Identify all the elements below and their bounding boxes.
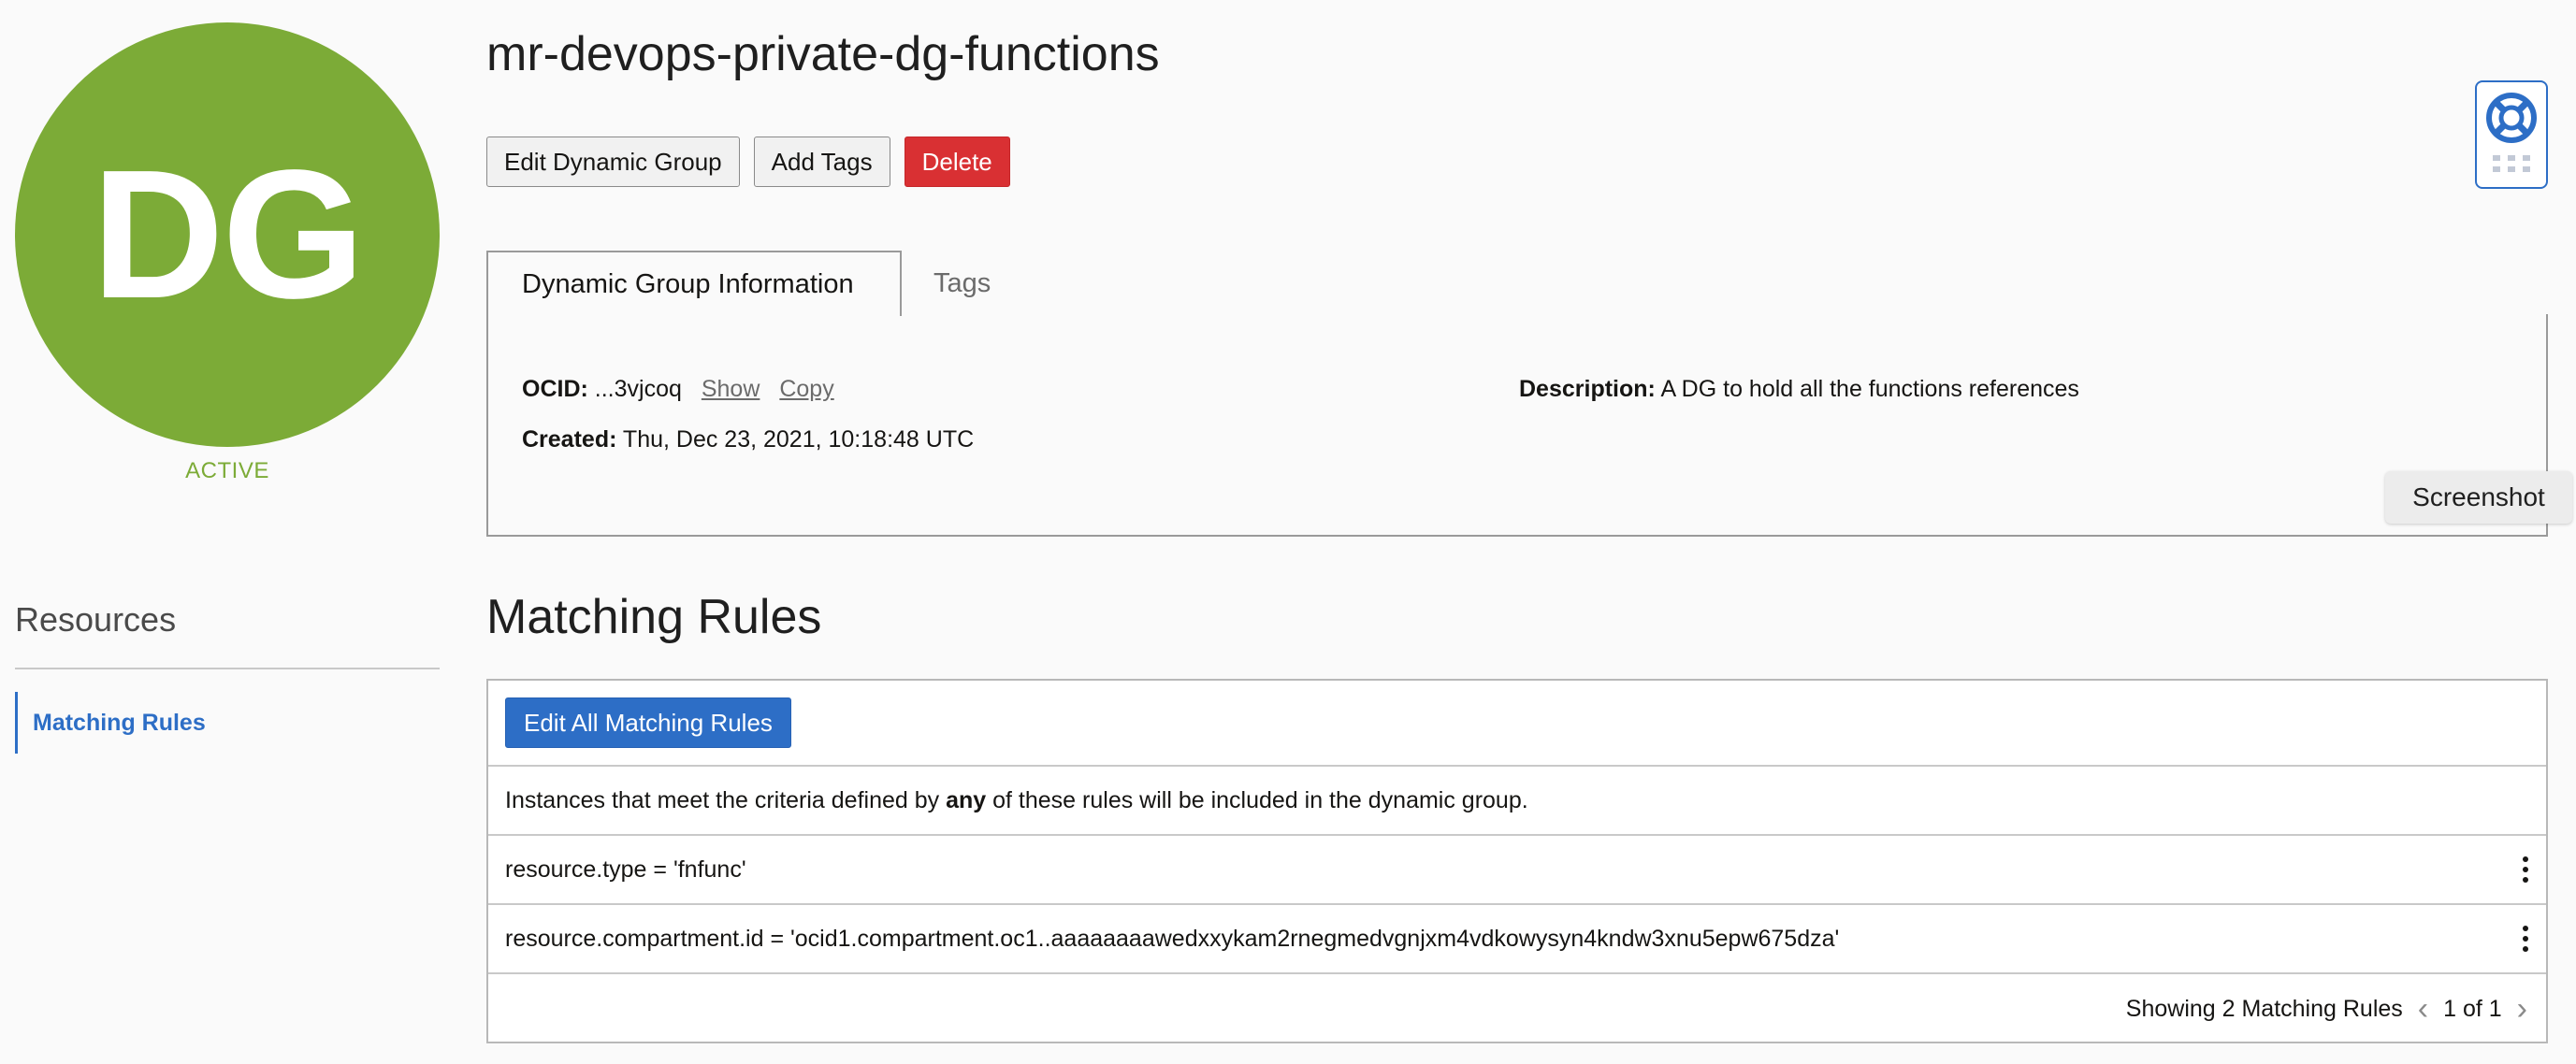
created-row: Created: Thu, Dec 23, 2021, 10:18:48 UTC [522,426,974,453]
page: DG ACTIVE Resources Matching Rules mr-de… [0,0,2576,1064]
matching-rules-title: Matching Rules [486,590,822,644]
dots-grid-icon [2493,155,2530,172]
avatar-initials: DG [92,132,365,337]
avatar: DG [15,22,440,447]
kebab-menu-icon[interactable] [2514,920,2537,957]
chevron-left-icon[interactable]: ‹ [2418,993,2428,1025]
add-tags-button[interactable]: Add Tags [753,137,890,187]
rule-text: resource.type = 'fnfunc' [505,856,746,883]
sidebar-item-matching-rules[interactable]: Matching Rules [15,692,206,754]
ocid-row: OCID: ...3vjcoq Show Copy [522,376,834,403]
help-widget[interactable] [2475,80,2548,189]
chevron-right-icon[interactable]: › [2517,993,2527,1025]
created-value: Thu, Dec 23, 2021, 10:18:48 UTC [622,426,975,453]
rules-description: Instances that meet the criteria defined… [488,767,2546,836]
page-title: mr-devops-private-dg-functions [486,27,1160,81]
lifecycle-state: ACTIVE [185,458,269,483]
tab-tags[interactable]: Tags [933,251,991,316]
rules-toolbar: Edit All Matching Rules [488,681,2546,767]
tab-bar: Dynamic Group Information Tags [486,251,2548,316]
ocid-show-link[interactable]: Show [702,376,760,402]
showing-count: Showing 2 Matching Rules [2125,995,2403,1022]
rules-description-bold: any [946,786,987,813]
info-panel: OCID: ...3vjcoq Show Copy Created: Thu, … [486,314,2548,537]
kebab-menu-icon[interactable] [2514,851,2537,888]
ocid-label: OCID: [522,376,588,402]
table-row: resource.compartment.id = 'ocid1.compart… [488,905,2546,974]
rules-description-suffix: of these rules will be included in the d… [986,786,1528,813]
screenshot-button[interactable]: Screenshot [2385,471,2572,524]
ocid-value: ...3vjcoq [594,376,682,402]
description-value: A DG to hold all the functions reference… [1660,376,2079,402]
edit-all-matching-rules-button[interactable]: Edit All Matching Rules [505,697,791,748]
created-label: Created: [522,426,617,453]
edit-dynamic-group-button[interactable]: Edit Dynamic Group [486,137,740,187]
delete-button[interactable]: Delete [904,137,1010,187]
rule-text: resource.compartment.id = 'ocid1.compart… [505,925,1840,952]
resources-divider [15,668,440,669]
table-row: resource.type = 'fnfunc' [488,836,2546,905]
matching-rules-panel: Edit All Matching Rules Instances that m… [486,679,2548,1043]
resources-title: Resources [15,600,177,639]
description-label: Description: [1519,376,1656,402]
description-row: Description: A DG to hold all the functi… [1519,376,2079,403]
tab-dynamic-group-information[interactable]: Dynamic Group Information [486,251,902,316]
rules-footer: Showing 2 Matching Rules ‹ 1 of 1 › [488,974,2546,1043]
action-bar: Edit Dynamic Group Add Tags Delete [486,137,1010,187]
page-indicator: 1 of 1 [2443,995,2502,1022]
ocid-copy-link[interactable]: Copy [779,376,833,402]
lifebuoy-icon [2486,93,2537,143]
rules-description-prefix: Instances that meet the criteria defined… [505,786,947,813]
